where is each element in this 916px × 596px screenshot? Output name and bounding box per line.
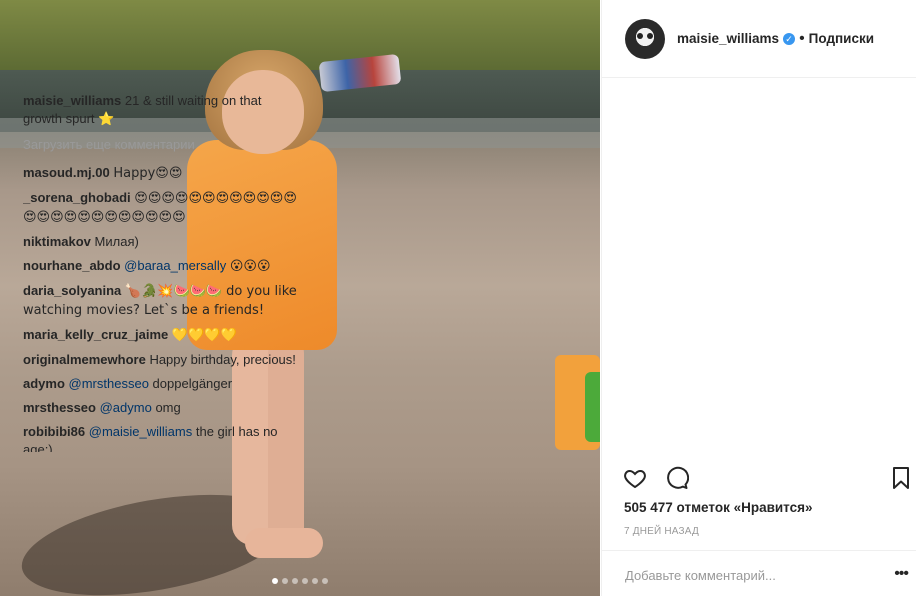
caption-username[interactable]: maisie_williams <box>23 93 121 108</box>
comment-username[interactable]: niktimakov <box>23 234 91 249</box>
post-actions <box>623 466 913 492</box>
add-comment-input[interactable]: Добавьте комментарий... <box>625 568 776 583</box>
comment-text: Милая) <box>94 234 139 249</box>
likes-count[interactable]: 505 477 отметок «Нравится» <box>624 500 813 515</box>
comment-item: adymo @mrsthesseo doppelgänger <box>23 375 303 393</box>
comment-item: mrsthesseo @adymo omg <box>23 399 303 417</box>
comment-text: Happy birthday, precious! <box>149 352 296 367</box>
comment-item: daria_solyanina 🍗🐊💥🍉🍉🍉 do you like watch… <box>23 282 303 320</box>
comment-username[interactable]: daria_solyanina <box>23 283 121 298</box>
separator: • <box>799 29 805 47</box>
comment-item: originalmemewhore Happy birthday, precio… <box>23 351 303 369</box>
comment-text: Happy😍😍 <box>113 166 183 181</box>
avatar[interactable] <box>625 18 665 59</box>
comment-item: nourhane_abdo @baraa_mersally 😮😮😮 <box>23 257 303 276</box>
comment-username[interactable]: adymo <box>23 376 65 391</box>
add-comment-bar: Добавьте комментарий... ••• <box>601 550 916 596</box>
carousel-dot[interactable] <box>302 578 308 584</box>
comment-username[interactable]: maria_kelly_cruz_jaime <box>23 327 168 342</box>
child-foot <box>245 528 323 558</box>
comment-username[interactable]: _sorena_ghobadi <box>23 190 131 205</box>
comment-username[interactable]: masoud.mj.00 <box>23 165 110 180</box>
comment-mention[interactable]: @mrsthesseo <box>69 376 149 391</box>
comment-item: robibibi86 @maisie_williams the girl has… <box>23 423 303 452</box>
bookmark-icon[interactable] <box>889 466 913 490</box>
load-more-comments[interactable]: Загрузить еще комментарии <box>23 136 303 154</box>
comment-item: _sorena_ghobadi 😍😍😍😍😍😍😍😍😍😍😍😍😍😍😍😍😍😍😍😍😍😍😍😍 <box>23 189 303 227</box>
carousel-dots <box>272 578 328 584</box>
post-timestamp[interactable]: 7 ДНЕЙ НАЗАД <box>624 526 699 537</box>
comment-username[interactable]: originalmemewhore <box>23 352 146 367</box>
author-username[interactable]: maisie_williams <box>677 31 779 46</box>
comment-icon[interactable] <box>665 466 690 490</box>
comment-username[interactable]: robibibi86 <box>23 424 85 439</box>
carousel-dot[interactable] <box>322 578 328 584</box>
comment-item: maria_kelly_cruz_jaime 💛💛💛💛 <box>23 326 303 345</box>
verified-badge-icon: ✓ <box>783 32 796 45</box>
comment-mention[interactable]: @maisie_williams <box>89 424 193 439</box>
comment-text: 💛💛💛💛 <box>171 328 237 343</box>
comment-item: masoud.mj.00 Happy😍😍 <box>23 164 303 183</box>
comments-list[interactable]: maisie_williams 21 & still waiting on th… <box>23 92 303 452</box>
comment-mention[interactable]: @adymo <box>100 400 152 415</box>
comment-text: doppelgänger <box>152 376 233 391</box>
carousel-dot[interactable] <box>272 578 278 584</box>
comment-text: 😮😮😮 <box>229 259 271 274</box>
carousel-dot[interactable] <box>292 578 298 584</box>
follow-button[interactable]: Подписки <box>809 31 874 46</box>
comment-username[interactable]: nourhane_abdo <box>23 258 121 273</box>
more-options-icon[interactable]: ••• <box>894 565 909 583</box>
heart-icon[interactable] <box>623 466 647 490</box>
caption: maisie_williams 21 & still waiting on th… <box>23 92 303 128</box>
comment-username[interactable]: mrsthesseo <box>23 400 96 415</box>
comment-text: omg <box>155 400 181 415</box>
comment-item: niktimakov Милая) <box>23 233 303 251</box>
post-header: maisie_williams ✓ • Подписки <box>602 0 916 78</box>
comment-mention[interactable]: @baraa_mersally <box>124 258 226 273</box>
carousel-dot[interactable] <box>282 578 288 584</box>
carousel-dot[interactable] <box>312 578 318 584</box>
photo-toy <box>585 372 600 442</box>
